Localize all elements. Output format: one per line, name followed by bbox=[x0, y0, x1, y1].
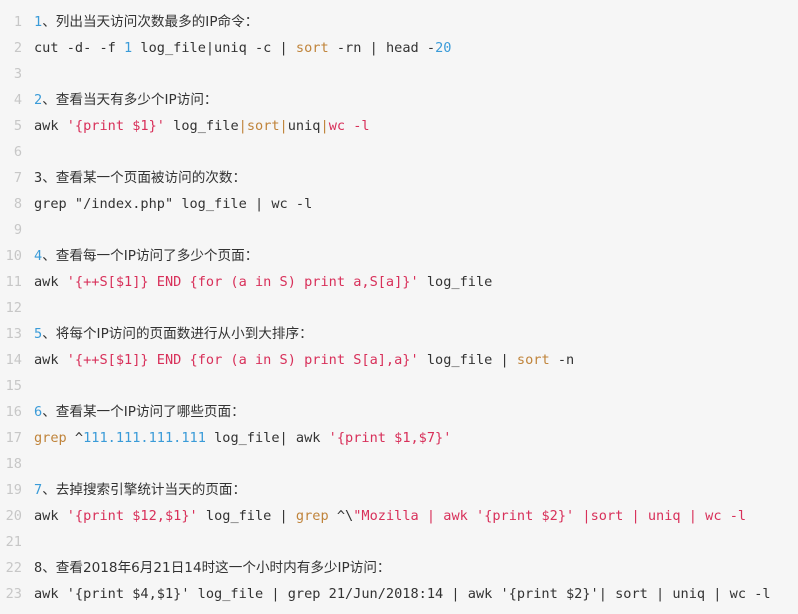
code-block: 1 1、列出当天访问次数最多的IP命令： 2 cut -d- -f 1 log_fil… bbox=[0, 0, 798, 607]
line-text: grep ^111.111.111.111 log_file| awk '{pr… bbox=[34, 419, 451, 458]
token-num: 2 bbox=[34, 92, 43, 108]
token-str: "Mozilla | awk '{print $2}' |sort | uniq… bbox=[353, 508, 747, 524]
token-str: '{print $1,$7}' bbox=[328, 430, 452, 446]
line-number: 23 bbox=[5, 586, 22, 602]
token-num: 1 bbox=[124, 40, 133, 56]
line-text: awk '{print $1}' log_file|sort|uniq|wc -… bbox=[34, 107, 370, 146]
token-plain: ^\ bbox=[328, 508, 354, 524]
token-plain: ^ bbox=[66, 430, 84, 446]
token-num: 111.111.111.111 bbox=[83, 430, 206, 446]
token-plain: log_file|uniq -c | bbox=[132, 40, 296, 56]
line-text: cut -d- -f 1 log_file|uniq -c | sort -rn… bbox=[34, 29, 451, 68]
line-text: awk '{print $4,$1}' log_file | grep 21/J… bbox=[34, 575, 771, 614]
line-text: awk '{++S[$1]} END {for (a in S) print a… bbox=[34, 263, 492, 302]
token-plain: log_file| awk bbox=[205, 430, 329, 446]
token-num: 7 bbox=[34, 482, 43, 498]
token-plain: log_file | bbox=[197, 508, 296, 524]
token-str: '{++S[$1]} END {for (a in S) print a,S[a… bbox=[66, 274, 419, 290]
token-kw: sort bbox=[516, 352, 550, 368]
token-num: 1 bbox=[34, 14, 43, 30]
token-kw: grep bbox=[295, 508, 329, 524]
token-num: 4 bbox=[34, 248, 43, 264]
token-cmt: 、查看2018年6月21日14时这一个小时内有多少IP访问： bbox=[42, 560, 391, 576]
line-text: awk '{++S[$1]} END {for (a in S) print S… bbox=[34, 341, 574, 380]
line-text: grep "/index.php" log_file | wc -l bbox=[34, 185, 312, 224]
token-cmt: 、列出当天访问次数最多的IP命令： bbox=[42, 14, 259, 30]
token-plain: awk bbox=[34, 118, 67, 134]
token-cmt: 、将每个IP访问的页面数进行从小到大排序： bbox=[42, 326, 313, 342]
token-kw: sort bbox=[295, 40, 329, 56]
token-num: 5 bbox=[34, 326, 43, 342]
token-cmt: 、去掉搜索引擎统计当天的页面： bbox=[42, 482, 247, 498]
code-line: 20 awk '{print $12,$1}' log_file | grep ^… bbox=[0, 497, 746, 536]
token-str: '{print $1}' bbox=[66, 118, 165, 134]
token-kw: grep bbox=[34, 430, 67, 446]
token-cmt: 、查看某一个IP访问了哪些页面： bbox=[42, 404, 245, 420]
line-text: awk '{print $12,$1}' log_file | grep ^\"… bbox=[34, 497, 746, 536]
token-plain: grep "/index.php" log_file | wc -l bbox=[34, 196, 313, 212]
code-line: 5 awk '{print $1}' log_file|sort|uniq|wc … bbox=[0, 107, 370, 146]
token-plain: awk bbox=[34, 274, 67, 290]
code-line: 11 awk '{++S[$1]} END {for (a in S) print… bbox=[0, 263, 493, 302]
token-plain: 8 bbox=[34, 560, 43, 576]
code-line: 14 awk '{++S[$1]} END {for (a in S) print… bbox=[0, 341, 575, 380]
token-plain: -n bbox=[549, 352, 575, 368]
token-str: '{++S[$1]} END {for (a in S) print S[a],… bbox=[66, 352, 419, 368]
token-plain: log_file | bbox=[418, 352, 517, 368]
token-num: 20 bbox=[435, 40, 452, 56]
token-kw: | bbox=[320, 118, 329, 134]
token-plain: log_file bbox=[418, 274, 493, 290]
token-plain: 3 bbox=[34, 170, 43, 186]
code-line: 17 grep ^111.111.111.111 log_file| awk '{… bbox=[0, 419, 452, 458]
token-plain: -rn | head - bbox=[328, 40, 436, 56]
code-line: 2 cut -d- -f 1 log_file|uniq -c | sort -r… bbox=[0, 29, 452, 68]
token-cmt: 、查看当天有多少个IP访问： bbox=[42, 92, 218, 108]
token-num: 6 bbox=[34, 404, 43, 420]
token-plain: log_file bbox=[164, 118, 239, 134]
token-plain: uniq bbox=[287, 118, 321, 134]
token-plain: awk '{print $4,$1}' log_file | grep 21/J… bbox=[34, 586, 771, 602]
token-plain: awk bbox=[34, 508, 67, 524]
token-str: '{print $12,$1}' bbox=[66, 508, 198, 524]
token-kw: |sort| bbox=[238, 118, 288, 134]
token-cmt: 、查看每一个IP访问了多少个页面： bbox=[42, 248, 259, 264]
code-line: 8 grep "/index.php" log_file | wc -l bbox=[0, 185, 312, 224]
token-cmt: 、查看某一个页面被访问的次数： bbox=[42, 170, 247, 186]
code-line: 23 awk '{print $4,$1}' log_file | grep 21… bbox=[0, 575, 771, 614]
token-plain: cut -d- -f bbox=[34, 40, 125, 56]
token-str: wc -l bbox=[328, 118, 370, 134]
token-plain: awk bbox=[34, 352, 67, 368]
